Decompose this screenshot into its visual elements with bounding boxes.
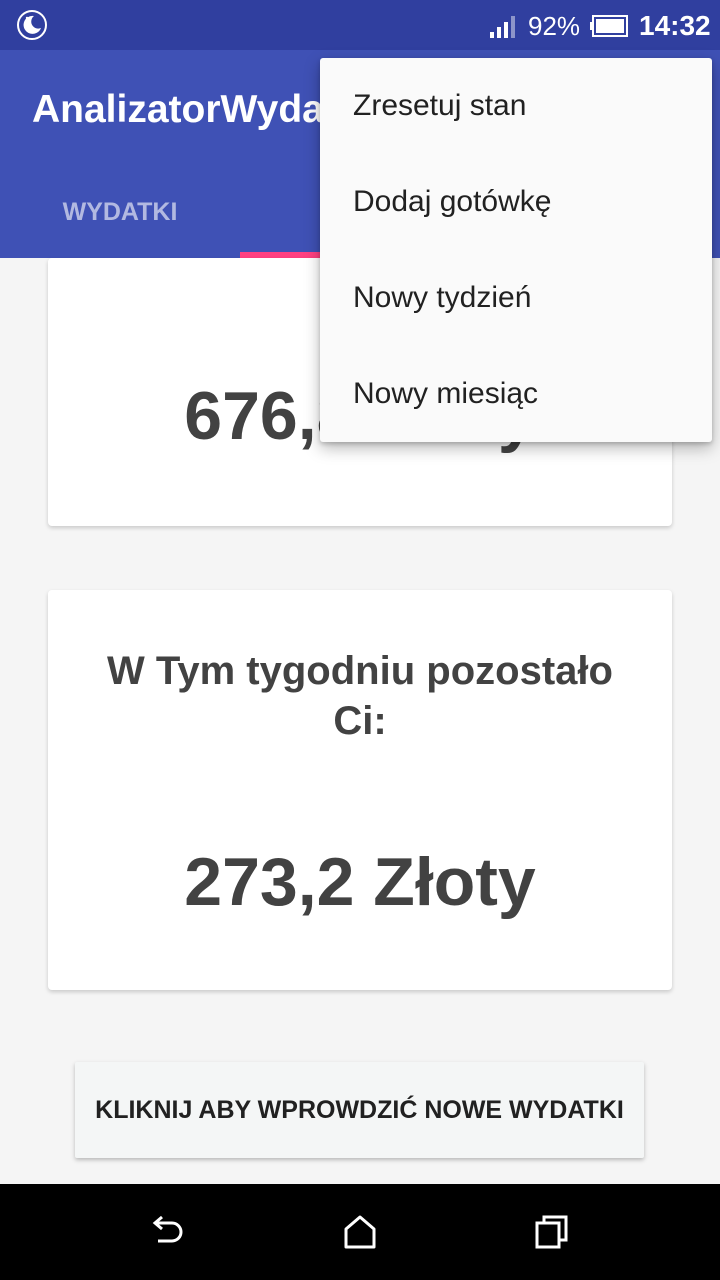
add-expenses-button[interactable]: KLIKNIJ ABY WPROWDZIĆ NOWE WYDATKI — [75, 1062, 644, 1158]
clock: 14:32 — [639, 10, 711, 41]
weekly-amount: 273,2 Złoty — [184, 844, 536, 920]
menu-item-add-cash[interactable]: Dodaj gotówkę — [320, 154, 712, 250]
weekly-heading: W Tym tygodniu pozostało Ci: — [107, 649, 613, 743]
menu-item-new-month[interactable]: Nowy miesiąc — [320, 346, 712, 442]
menu-item-new-week[interactable]: Nowy tydzień — [320, 250, 712, 346]
navigation-bar — [0, 1184, 720, 1280]
battery-percent: 92% — [528, 11, 581, 41]
tab-wydatki[interactable]: WYDATKI — [0, 190, 240, 258]
back-icon[interactable] — [148, 1212, 188, 1252]
battery-icon — [590, 15, 628, 37]
recent-apps-icon[interactable] — [532, 1212, 572, 1252]
status-bar: 92% 14:32 — [0, 0, 720, 50]
moon-icon — [17, 10, 47, 40]
signal-icon — [490, 16, 515, 38]
weekly-balance-card: W Tym tygodniu pozostało Ci: 273,2 Złoty — [48, 590, 672, 990]
overflow-menu: Zresetuj stan Dodaj gotówkę Nowy tydzień… — [320, 58, 712, 442]
menu-item-reset-balance[interactable]: Zresetuj stan — [320, 58, 712, 154]
home-icon[interactable] — [340, 1212, 380, 1252]
